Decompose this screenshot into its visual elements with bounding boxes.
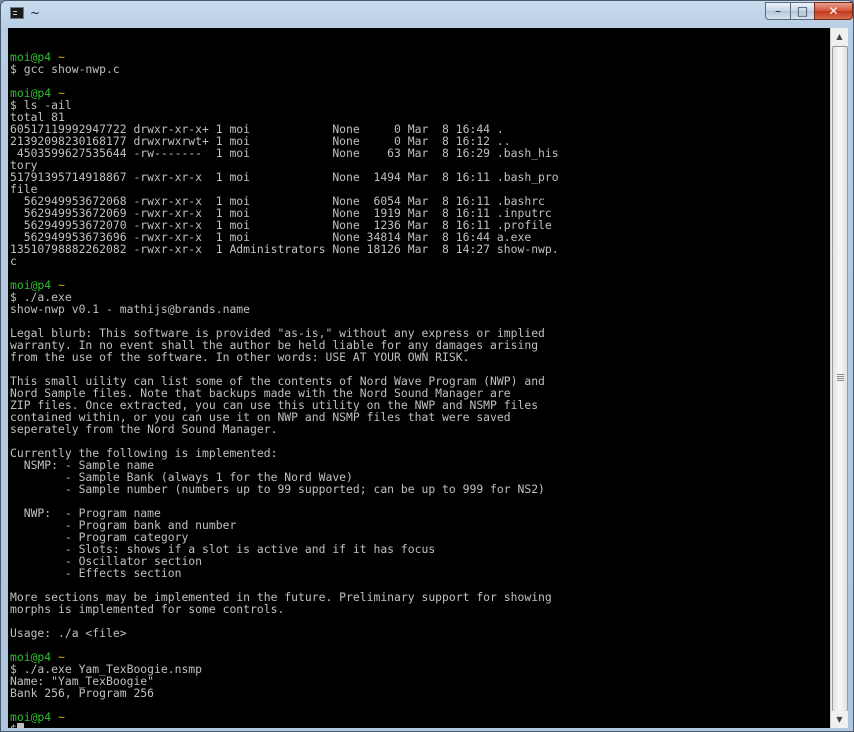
terminal-line: moi@p4 ~ (10, 87, 559, 99)
terminal-icon[interactable] (10, 7, 24, 19)
terminal-line: Usage: ./a <file> (10, 626, 127, 640)
vertical-scrollbar[interactable]: ▲ ▼ (830, 28, 848, 728)
prompt-path: ~ (51, 710, 65, 724)
terminal-line: - Effects section (10, 566, 182, 580)
terminal-line: $ (10, 723, 559, 728)
terminal-line: c (10, 254, 17, 268)
terminal-output[interactable]: moi@p4 ~ $ gcc show-nwp.c moi@p4 ~ $ ls -ai… (8, 28, 830, 728)
terminal-line: 4503599627535644 -rw------- 1 moi None 6… (10, 146, 559, 160)
close-button[interactable]: ✕ (814, 2, 853, 20)
terminal-line: Bank 256, Program 256 (10, 686, 155, 700)
title-bar[interactable]: ~ – □ ✕ (1, 1, 853, 27)
terminal-line: morphs is implemented for some controls. (10, 602, 285, 616)
terminal-lines: moi@p4 ~ $ gcc show-nwp.c moi@p4 ~ $ ls -ai… (10, 39, 559, 728)
maximize-icon: □ (796, 4, 809, 18)
terminal-line: $ ls -ail (10, 98, 72, 112)
window-title: ~ (30, 6, 41, 20)
terminal-line: 51791395714918867 -rwxr-xr-x 1 moi None … (10, 170, 559, 184)
terminal-line: - Sample number (numbers up to 99 suppor… (10, 482, 545, 496)
close-icon: ✕ (828, 4, 839, 18)
terminal-line: seperately from the Nord Sound Manager. (10, 422, 278, 436)
terminal-line: 13510798882262082 -rwxr-xr-x 1 Administr… (10, 242, 559, 256)
terminal-line: from the use of the software. In other w… (10, 350, 470, 364)
terminal-window: ~ – □ ✕ moi@p4 ~ $ gcc show-nwp.c moi@p4 ~… (0, 0, 854, 732)
terminal-line: moi@p4 ~ (10, 711, 559, 723)
maximize-button[interactable]: □ (790, 2, 815, 20)
scroll-down-arrow-icon[interactable]: ▼ (831, 711, 848, 728)
minimize-icon: – (775, 4, 781, 18)
minimize-button[interactable]: – (765, 2, 791, 20)
scrollbar-thumb[interactable] (832, 46, 848, 712)
terminal-line: moi@p4 ~ (10, 279, 559, 291)
scroll-up-arrow-icon[interactable]: ▲ (831, 28, 848, 45)
terminal-line: $ gcc show-nwp.c (10, 62, 120, 76)
text-cursor (16, 723, 24, 728)
terminal-line: show-nwp v0.1 - mathijs@brands.name (10, 302, 251, 316)
grip-icon (837, 374, 844, 375)
